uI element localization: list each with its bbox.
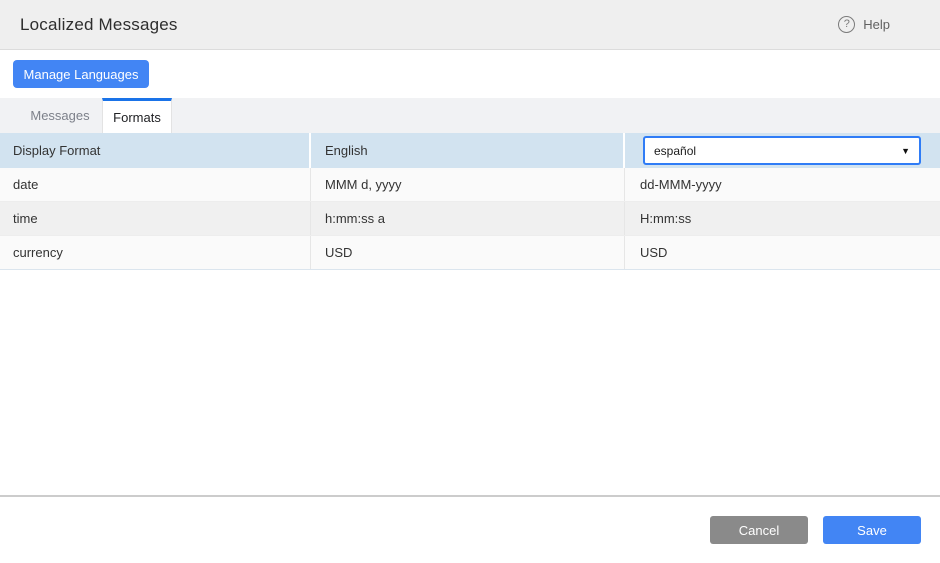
localized-format-value[interactable]: H:mm:ss (625, 202, 940, 235)
english-format-value: MMM d, yyyy (311, 168, 625, 201)
english-format-value: USD (311, 236, 625, 269)
tab-messages[interactable]: Messages (25, 98, 95, 133)
footer-divider (0, 495, 940, 497)
formats-table: Display Format English español ▼ date MM… (0, 133, 940, 270)
manage-languages-button[interactable]: Manage Languages (13, 60, 149, 88)
footer-actions: Cancel Save (710, 516, 921, 544)
english-format-value: h:mm:ss a (311, 202, 625, 235)
localized-format-value[interactable]: USD (625, 236, 940, 269)
localized-format-value[interactable]: dd-MMM-yyyy (625, 168, 940, 201)
column-header-display-format: Display Format (0, 133, 311, 168)
help-label: Help (863, 17, 890, 32)
table-row-date: date MMM d, yyyy dd-MMM-yyyy (0, 168, 940, 202)
tab-strip: Messages Formats (0, 98, 940, 133)
chevron-down-icon: ▼ (901, 146, 910, 156)
column-header-english: English (311, 133, 625, 168)
language-dropdown-value: español (654, 144, 696, 158)
format-name: currency (0, 236, 311, 269)
table-row-time: time h:mm:ss a H:mm:ss (0, 202, 940, 236)
language-dropdown[interactable]: español ▼ (643, 136, 921, 165)
table-header-row: Display Format English español ▼ (0, 133, 940, 168)
format-name: time (0, 202, 311, 235)
format-name: date (0, 168, 311, 201)
table-row-currency: currency USD USD (0, 236, 940, 270)
page-title: Localized Messages (20, 15, 178, 35)
top-header-bar: Localized Messages ? Help (0, 0, 940, 50)
help-link[interactable]: ? Help (838, 16, 890, 33)
save-button[interactable]: Save (823, 516, 921, 544)
cancel-button[interactable]: Cancel (710, 516, 808, 544)
localized-messages-page: Localized Messages ? Help Manage Languag… (0, 0, 940, 563)
tab-formats[interactable]: Formats (102, 98, 172, 133)
column-header-language: español ▼ (625, 133, 940, 168)
help-question-icon: ? (838, 16, 855, 33)
